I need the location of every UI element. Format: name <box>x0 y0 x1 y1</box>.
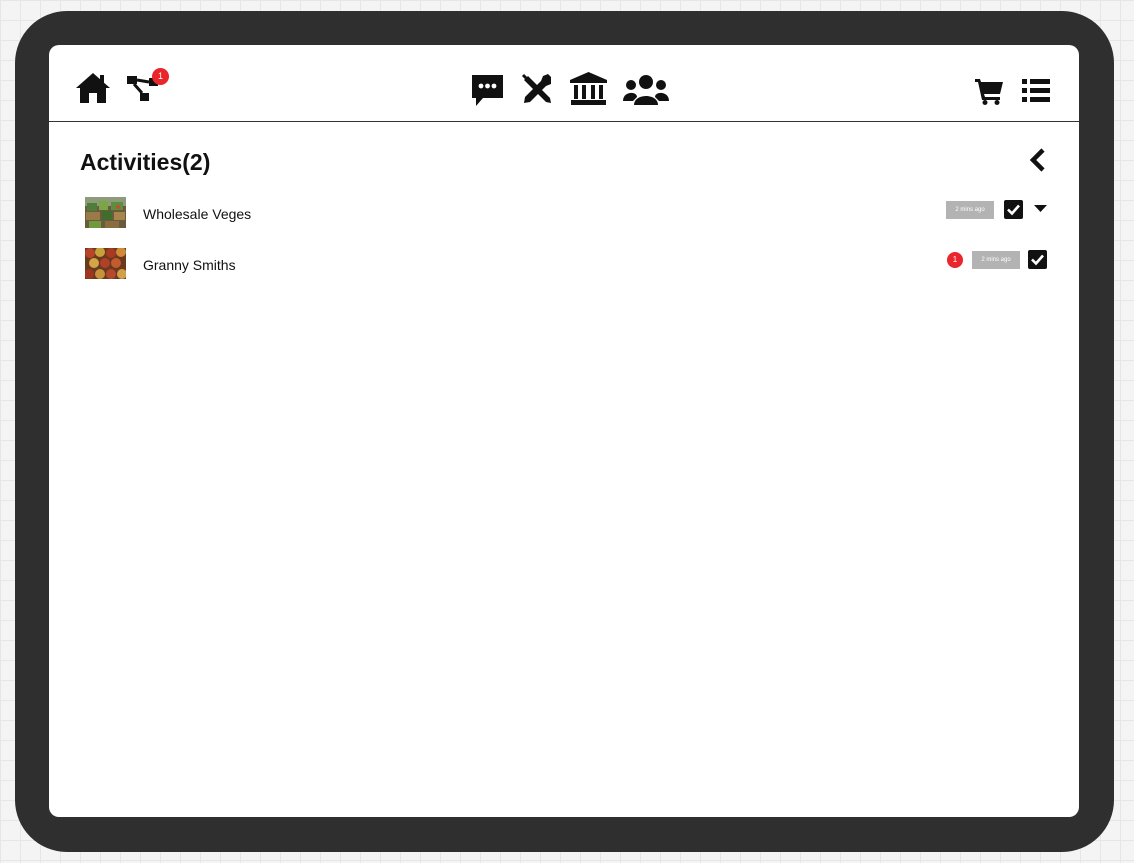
people-icon[interactable] <box>623 73 669 106</box>
bank-icon[interactable] <box>570 72 607 106</box>
activity-name: Granny Smiths <box>143 257 236 273</box>
checkbox-checked[interactable] <box>1004 200 1023 219</box>
chevron-left-icon[interactable] <box>1029 148 1045 172</box>
page-title: Activities(2) <box>80 149 211 175</box>
activity-name: Wholesale Veges <box>143 206 252 222</box>
timestamp-badge: 2 mins ago <box>972 251 1020 269</box>
cart-icon[interactable] <box>975 78 1004 105</box>
screen: 1 Activities(2) Wholesale Veges 2 mins a… <box>49 45 1079 817</box>
top-nav-bar: 1 <box>49 45 1079 122</box>
notification-badge: 1 <box>947 252 963 268</box>
timestamp-badge: 2 mins ago <box>946 201 994 219</box>
list-item[interactable]: Granny Smiths 1 2 mins ago <box>49 248 1079 282</box>
checkbox-checked[interactable] <box>1028 250 1047 269</box>
caret-down-icon[interactable] <box>1034 205 1047 213</box>
list-icon[interactable] <box>1022 79 1050 103</box>
list-item[interactable]: Wholesale Veges 2 mins ago <box>49 197 1079 231</box>
home-icon[interactable] <box>75 72 111 104</box>
vegetable-crates-image <box>85 197 126 228</box>
tools-icon[interactable] <box>521 73 554 106</box>
notification-badge: 1 <box>152 68 169 85</box>
chat-icon[interactable] <box>471 74 504 107</box>
apples-image <box>85 248 126 279</box>
tablet-frame: 1 Activities(2) Wholesale Veges 2 mins a… <box>15 11 1114 852</box>
